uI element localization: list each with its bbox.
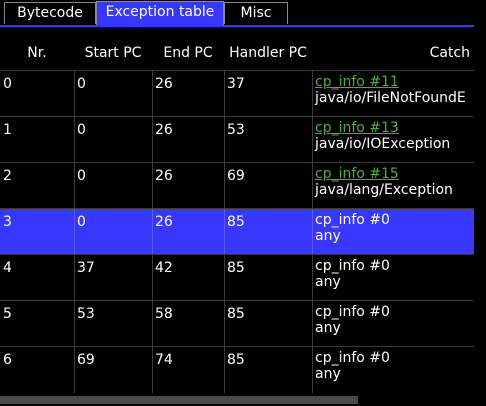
cp-info-link[interactable]: cp_info #13 (315, 120, 474, 136)
column-divider (152, 163, 153, 209)
cell-end-pc: 26 (155, 76, 173, 92)
table-row[interactable]: 5 53 58 85 cp_info #0 any (0, 300, 474, 347)
catch-type-name: java/io/IOException (315, 136, 451, 152)
cell-catch: cp_info #0 any (312, 255, 474, 301)
column-header-handler-pc[interactable]: Handler PC (224, 36, 312, 70)
cell-start-pc: 69 (77, 352, 95, 368)
column-divider (74, 255, 75, 301)
column-divider (312, 347, 313, 393)
column-header-catch[interactable]: Catch (312, 36, 474, 70)
table-row[interactable]: 6 69 74 85 cp_info #0 any (0, 346, 474, 393)
tab-misc[interactable]: Misc (224, 2, 288, 24)
column-divider (224, 117, 225, 163)
column-divider (74, 301, 75, 347)
column-divider (224, 163, 225, 209)
scrollbar-thumb[interactable] (0, 396, 358, 404)
cell-end-pc: 26 (155, 214, 173, 230)
column-divider (224, 255, 225, 301)
table-header: Nr. Start PC End PC Handler PC Catch (0, 36, 474, 70)
cell-handler-pc: 85 (227, 260, 245, 276)
cell-start-pc: 0 (77, 168, 86, 184)
table-row[interactable]: 1 0 26 53 cp_info #13 java/io/IOException (0, 116, 474, 163)
catch-type-name: any (315, 366, 341, 382)
cell-end-pc: 26 (155, 122, 173, 138)
cell-catch: cp_info #0 any (312, 301, 474, 347)
cell-start-pc: 53 (77, 306, 95, 322)
cell-nr: 0 (3, 76, 12, 92)
tab-bar: Bytecode Exception table Misc (0, 0, 486, 28)
column-divider (74, 209, 75, 255)
column-header-start-pc[interactable]: Start PC (74, 36, 152, 70)
column-divider (152, 209, 153, 255)
cp-info-ref: cp_info #0 (315, 258, 390, 274)
column-divider (74, 347, 75, 393)
active-tab-indicator (0, 25, 474, 27)
cell-handler-pc: 53 (227, 122, 245, 138)
cell-catch: cp_info #0 any (312, 209, 474, 255)
cell-end-pc: 74 (155, 352, 173, 368)
cp-info-ref: cp_info #0 (315, 350, 390, 366)
column-header-nr[interactable]: Nr. (0, 36, 74, 70)
column-divider (224, 209, 225, 255)
cp-info-ref: cp_info #0 (315, 304, 390, 320)
cp-info-ref: cp_info #0 (315, 212, 390, 228)
column-divider (224, 71, 225, 117)
cp-info-link[interactable]: cp_info #15 (315, 166, 474, 182)
horizontal-scrollbar[interactable] (0, 393, 486, 406)
column-divider (312, 163, 313, 209)
column-divider (152, 117, 153, 163)
cell-end-pc: 42 (155, 260, 173, 276)
column-divider (74, 117, 75, 163)
column-divider (312, 71, 313, 117)
cell-end-pc: 26 (155, 168, 173, 184)
table-row[interactable]: 0 0 26 37 cp_info #11 java/io/FileNotFoundE (0, 70, 474, 117)
cell-handler-pc: 69 (227, 168, 245, 184)
cell-catch: cp_info #11 java/io/FileNotFoundE (312, 71, 474, 117)
tab-bytecode[interactable]: Bytecode (4, 2, 96, 24)
cell-nr: 1 (3, 122, 12, 138)
column-divider (152, 347, 153, 393)
column-divider (312, 255, 313, 301)
cell-start-pc: 0 (77, 214, 86, 230)
catch-type-name: any (315, 274, 341, 290)
table-row[interactable]: 4 37 42 85 cp_info #0 any (0, 254, 474, 301)
cell-nr: 4 (3, 260, 12, 276)
cell-nr: 3 (3, 214, 12, 230)
cell-start-pc: 0 (77, 76, 86, 92)
cell-handler-pc: 85 (227, 214, 245, 230)
column-divider (152, 255, 153, 301)
cell-catch: cp_info #15 java/lang/Exception (312, 163, 474, 209)
column-divider (312, 301, 313, 347)
cell-handler-pc: 37 (227, 76, 245, 92)
cp-info-link[interactable]: cp_info #11 (315, 74, 474, 90)
column-divider (152, 301, 153, 347)
column-divider (152, 71, 153, 117)
catch-type-name: any (315, 228, 341, 244)
column-divider (224, 301, 225, 347)
column-divider (74, 163, 75, 209)
cell-handler-pc: 85 (227, 352, 245, 368)
cell-end-pc: 58 (155, 306, 173, 322)
cell-catch: cp_info #13 java/io/IOException (312, 117, 474, 163)
cell-start-pc: 37 (77, 260, 95, 276)
cell-nr: 6 (3, 352, 12, 368)
column-divider (312, 209, 313, 255)
cell-start-pc: 0 (77, 122, 86, 138)
catch-type-name: any (315, 320, 341, 336)
column-divider (312, 117, 313, 163)
catch-type-name: java/lang/Exception (315, 182, 453, 198)
table-row[interactable]: 2 0 26 69 cp_info #15 java/lang/Exception (0, 162, 474, 209)
column-divider (74, 71, 75, 117)
catch-type-name: java/io/FileNotFoundE (315, 90, 466, 106)
column-header-end-pc[interactable]: End PC (152, 36, 224, 70)
tab-exception-table[interactable]: Exception table (96, 1, 224, 25)
cell-nr: 2 (3, 168, 12, 184)
column-divider (224, 347, 225, 393)
cell-catch: cp_info #0 any (312, 347, 474, 393)
cell-handler-pc: 85 (227, 306, 245, 322)
table-row[interactable]: 3 0 26 85 cp_info #0 any (0, 208, 474, 255)
cell-nr: 5 (3, 306, 12, 322)
